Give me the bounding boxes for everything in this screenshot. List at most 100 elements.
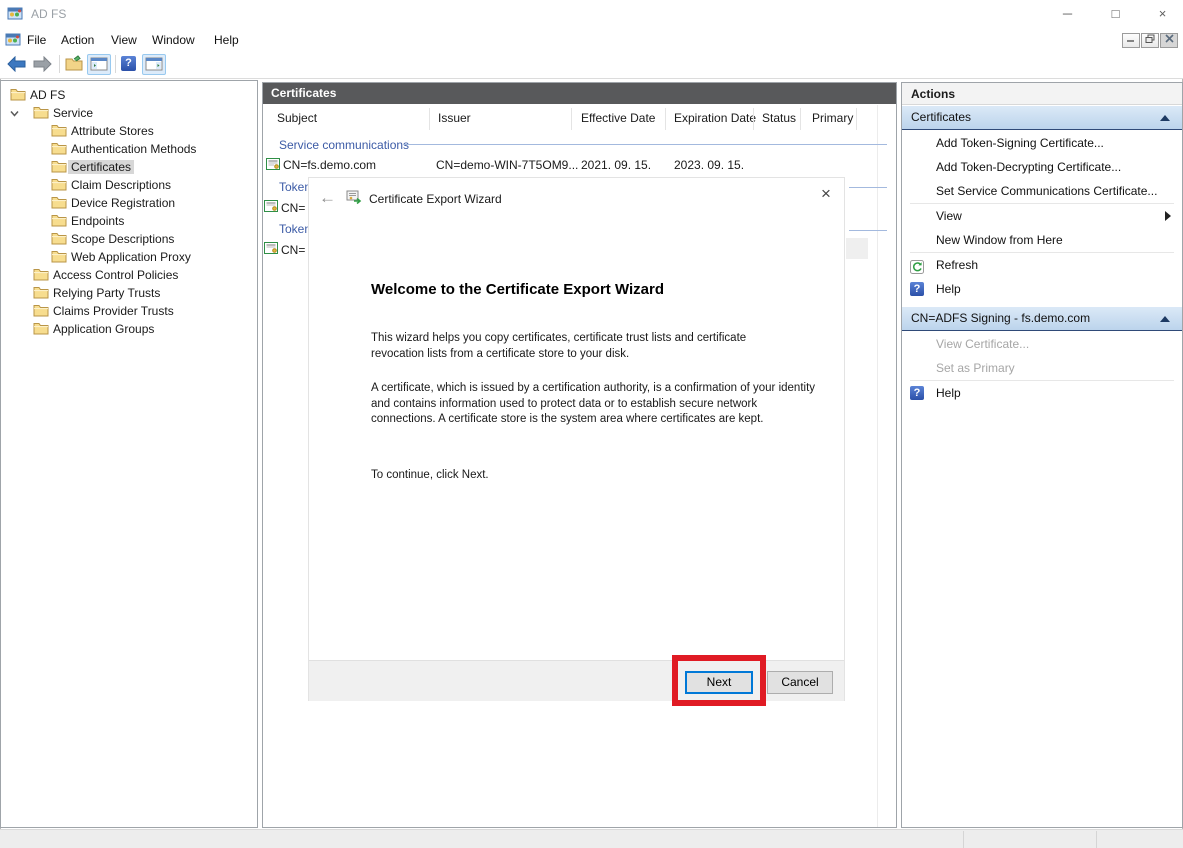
tree-item-scope-descriptions[interactable]: Scope Descriptions — [2, 230, 257, 248]
wizard-paragraph: This wizard helps you copy certificates,… — [371, 331, 801, 362]
dialog-title: Certificate Export Wizard — [369, 192, 502, 206]
tree-item-service[interactable]: Service — [2, 104, 257, 122]
tree-item-endpoints[interactable]: Endpoints — [2, 212, 257, 230]
action-pane-icon[interactable] — [142, 54, 166, 75]
column-divider[interactable] — [856, 108, 857, 130]
action-help[interactable]: ? Help — [903, 381, 1181, 405]
certificate-export-icon — [346, 189, 362, 205]
toolbar-separator — [115, 55, 116, 73]
collapse-icon[interactable] — [1160, 115, 1170, 121]
group-header-partial[interactable]: Token — [279, 222, 311, 236]
column-header-primary[interactable]: Primary — [812, 111, 853, 125]
cell-subject-partial: CN= — [281, 243, 305, 257]
close-icon[interactable]: × — [814, 184, 838, 204]
folder-icon — [51, 142, 67, 155]
child-close-button[interactable] — [1160, 33, 1178, 48]
maximize-button[interactable]: □ — [1093, 0, 1138, 27]
column-divider[interactable] — [571, 108, 572, 130]
help-icon[interactable]: ? — [121, 56, 136, 71]
group-header-partial[interactable]: Token — [279, 180, 311, 194]
menu-window[interactable]: Window — [152, 33, 195, 47]
tree-item-relying-party-trusts[interactable]: Relying Party Trusts — [2, 284, 257, 302]
certificate-export-wizard-dialog: ← Certificate Export Wizard × Welcome to… — [308, 177, 845, 701]
action-set-service-communications[interactable]: Set Service Communications Certificate..… — [903, 179, 1181, 203]
folder-icon — [51, 124, 67, 137]
console-tree-icon[interactable] — [87, 54, 111, 75]
tree-item-application-groups[interactable]: Application Groups — [2, 320, 257, 338]
tree-item-adfs[interactable]: AD FS — [2, 86, 257, 104]
table-row-partial[interactable]: CN= — [263, 239, 309, 259]
refresh-icon — [910, 258, 924, 272]
menu-action[interactable]: Action — [61, 33, 94, 47]
toolbar-separator — [59, 55, 60, 73]
group-header[interactable]: Service communications — [279, 138, 409, 152]
group-divider — [404, 144, 887, 145]
actions-section-certificates[interactable]: Certificates — [902, 106, 1182, 130]
collapse-icon[interactable] — [1160, 316, 1170, 322]
certificate-icon — [264, 199, 278, 213]
tree-item-label: Service — [53, 106, 93, 120]
wizard-paragraph: To continue, click Next. — [371, 468, 801, 484]
section-header-label: Certificates — [911, 110, 971, 124]
action-view-certificate[interactable]: View Certificate... — [903, 332, 1181, 356]
column-header-expiration-date[interactable]: Expiration Date — [674, 111, 756, 125]
menu-file[interactable]: File — [27, 33, 46, 47]
action-add-token-signing[interactable]: Add Token-Signing Certificate... — [903, 131, 1181, 155]
tree-item-authentication-methods[interactable]: Authentication Methods — [2, 140, 257, 158]
status-bar — [0, 829, 1183, 848]
column-header-status[interactable]: Status — [762, 111, 796, 125]
chevron-down-icon[interactable] — [9, 108, 20, 119]
back-arrow-icon[interactable]: ← — [319, 188, 336, 208]
tree-item-web-application-proxy[interactable]: Web Application Proxy — [2, 248, 257, 266]
certificate-icon — [264, 241, 278, 255]
tree-item-attribute-stores[interactable]: Attribute Stores — [2, 122, 257, 140]
folder-icon — [33, 268, 49, 281]
cell-effective-date: 2021. 09. 15. — [581, 158, 651, 172]
column-divider[interactable] — [429, 108, 430, 130]
action-refresh[interactable]: Refresh — [903, 253, 1181, 277]
certificate-icon — [266, 157, 280, 171]
export-folder-icon[interactable] — [65, 55, 84, 75]
column-divider[interactable] — [800, 108, 801, 130]
tree-item-claims-provider-trusts[interactable]: Claims Provider Trusts — [2, 302, 257, 320]
action-new-window[interactable]: New Window from Here — [903, 228, 1181, 252]
tree-item-device-registration[interactable]: Device Registration — [2, 194, 257, 212]
column-divider[interactable] — [753, 108, 754, 130]
action-help[interactable]: ? Help — [903, 277, 1181, 301]
minimize-button[interactable]: ─ — [1045, 0, 1090, 27]
tree-item-label: Authentication Methods — [71, 142, 196, 156]
column-header-effective-date[interactable]: Effective Date — [581, 111, 655, 125]
column-divider[interactable] — [665, 108, 666, 130]
actions-section-adfs-signing[interactable]: CN=ADFS Signing - fs.demo.com — [902, 307, 1182, 331]
table-row[interactable]: CN=fs.demo.com CN=demo-WIN-7T5OM9... 202… — [263, 154, 875, 174]
folder-icon — [51, 160, 67, 173]
tree-item-label: Claims Provider Trusts — [53, 304, 174, 318]
submenu-arrow-icon — [1165, 211, 1171, 221]
close-button[interactable]: × — [1140, 0, 1183, 27]
folder-icon — [33, 304, 49, 317]
tree-item-access-control-policies[interactable]: Access Control Policies — [2, 266, 257, 284]
back-arrow-icon[interactable] — [6, 56, 27, 75]
child-restore-button[interactable] — [1141, 33, 1159, 48]
mmc-snapin-icon — [5, 31, 21, 47]
folder-icon — [33, 322, 49, 335]
menu-help[interactable]: Help — [214, 33, 239, 47]
cancel-button[interactable]: Cancel — [767, 671, 833, 694]
tree-item-claim-descriptions[interactable]: Claim Descriptions — [2, 176, 257, 194]
group-divider-partial — [849, 230, 887, 231]
column-header-subject[interactable]: Subject — [277, 111, 317, 125]
child-minimize-button[interactable] — [1122, 33, 1140, 48]
tree-item-label: Web Application Proxy — [71, 250, 191, 264]
mmc-app-icon — [7, 5, 23, 21]
action-set-as-primary[interactable]: Set as Primary — [903, 356, 1181, 380]
table-row-partial[interactable]: CN= — [263, 197, 309, 217]
actions-pane: Actions Certificates Add Token-Signing C… — [901, 82, 1183, 828]
scrollbar-thumb[interactable] — [846, 238, 868, 259]
action-add-token-decrypting[interactable]: Add Token-Decrypting Certificate... — [903, 155, 1181, 179]
folder-icon — [10, 88, 26, 101]
column-header-issuer[interactable]: Issuer — [438, 111, 471, 125]
forward-arrow-icon[interactable] — [32, 56, 53, 75]
tree-item-certificates[interactable]: Certificates — [2, 158, 257, 176]
menu-view[interactable]: View — [111, 33, 137, 47]
action-view[interactable]: View — [903, 204, 1181, 228]
